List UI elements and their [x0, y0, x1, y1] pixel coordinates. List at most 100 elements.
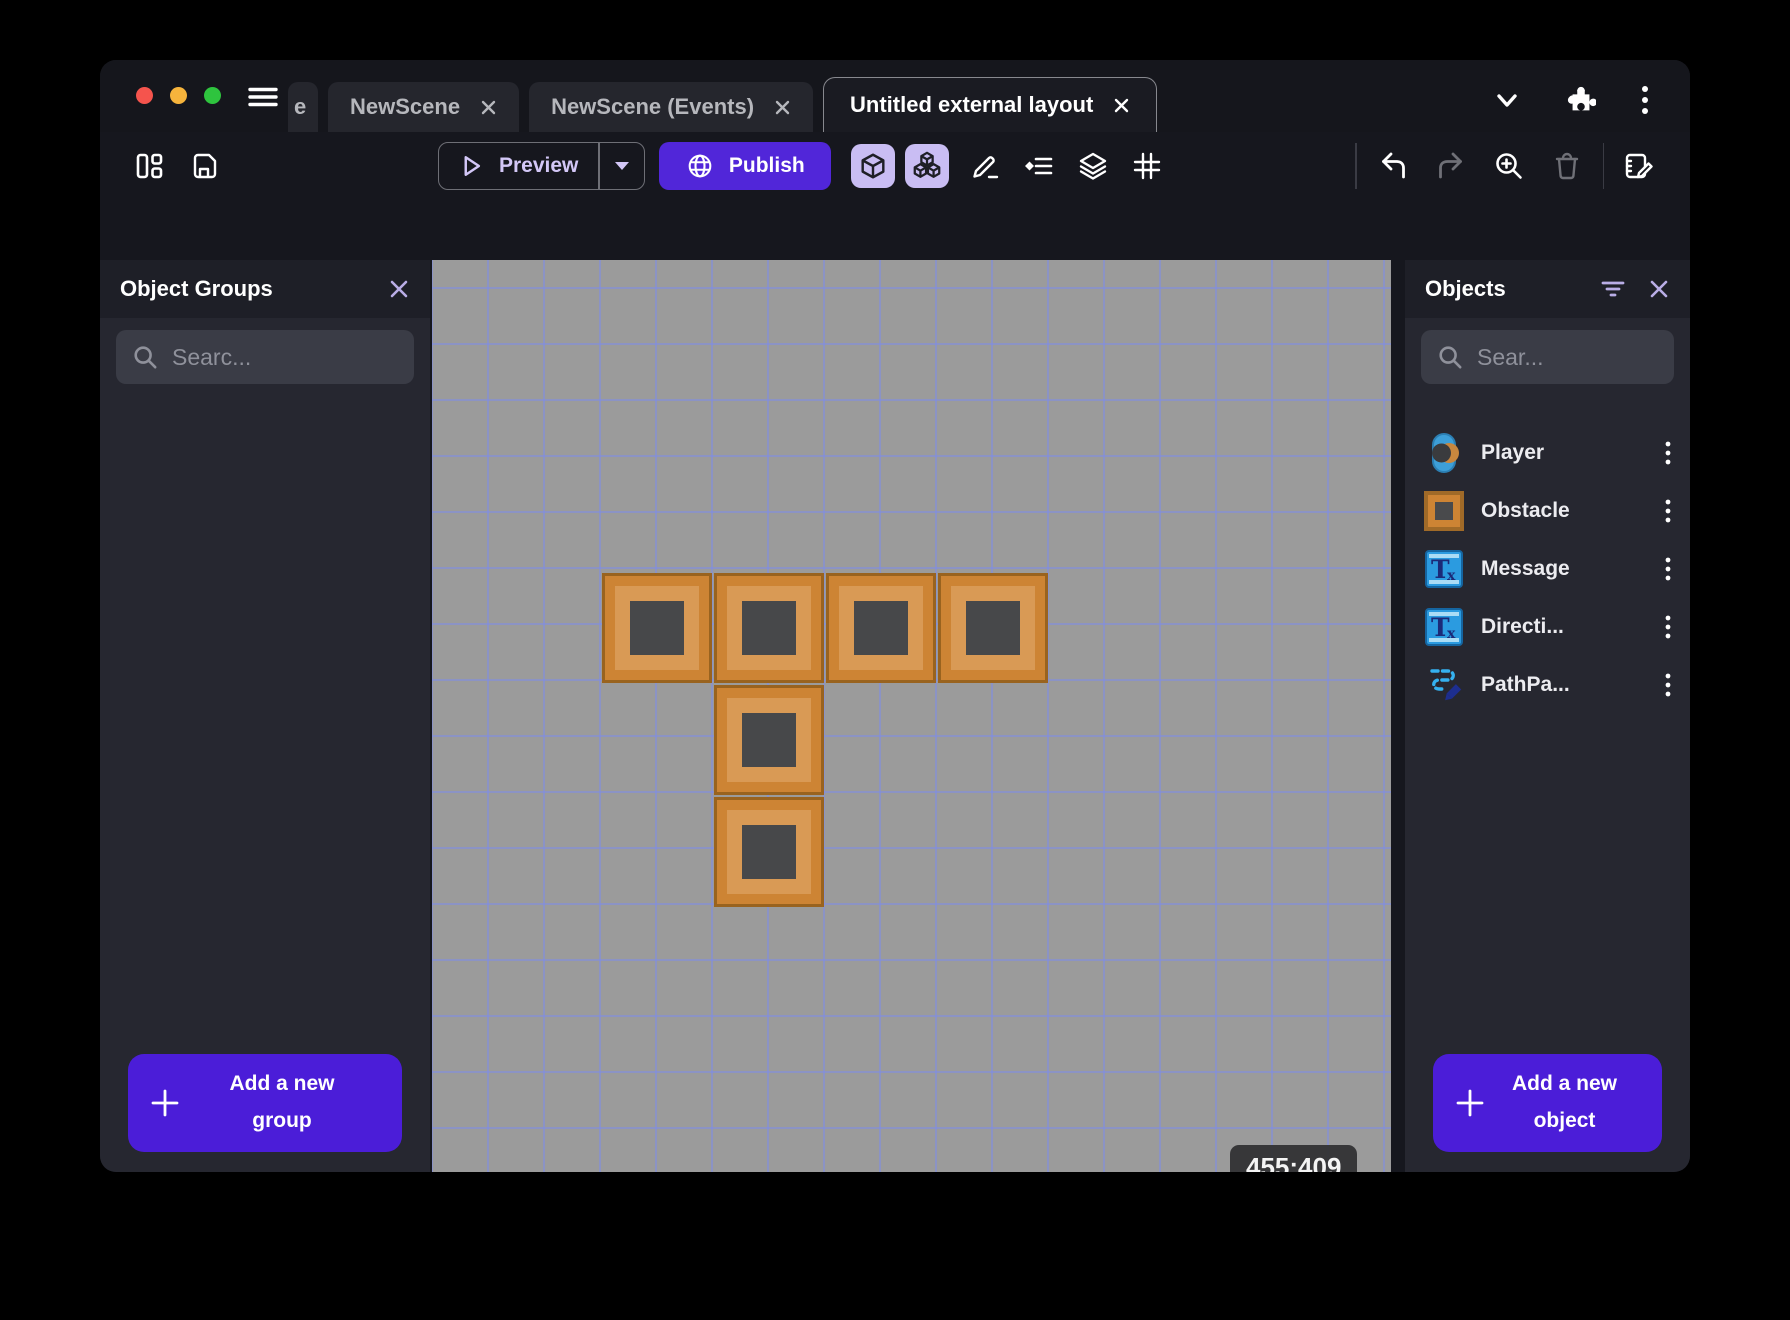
close-panel-icon[interactable]: [1648, 278, 1670, 300]
instances-cubes-icon[interactable]: [904, 144, 949, 188]
pencil-edit-icon[interactable]: [963, 144, 1007, 188]
tab-strip: e NewScene NewScene (Events) Untitled ex…: [288, 60, 1158, 132]
extensions-puzzle-icon[interactable]: [1566, 85, 1596, 115]
grid-icon[interactable]: [1125, 144, 1169, 188]
svg-text:x: x: [1447, 568, 1456, 584]
3d-view-cube-icon[interactable]: [850, 144, 895, 188]
tab-partial[interactable]: e: [288, 82, 318, 132]
view-toggles: [850, 144, 949, 188]
path-object-icon: [1423, 664, 1465, 706]
object-label: Obstacle: [1481, 499, 1570, 522]
more-options-kebab-icon[interactable]: [1640, 84, 1650, 116]
objects-search[interactable]: [1421, 330, 1674, 384]
tab-partial-label: e: [294, 94, 307, 119]
history-tools: [1355, 143, 1662, 189]
zoom-in-icon[interactable]: [1487, 144, 1531, 188]
player-icon: [1423, 432, 1465, 474]
edit-scene-icon[interactable]: [1618, 144, 1662, 188]
objects-title: Objects: [1425, 276, 1506, 301]
close-window-button[interactable]: [136, 87, 153, 104]
add-object-label: Add a new object: [1511, 1072, 1617, 1132]
objects-search-input[interactable]: [1477, 343, 1658, 371]
main-area: Object Groups Add a new group: [100, 260, 1690, 1172]
obstacle-instance[interactable]: [826, 573, 936, 683]
obstacle-instance[interactable]: [714, 797, 824, 907]
main-menu-icon[interactable]: [246, 82, 280, 112]
globe-icon: [685, 151, 715, 181]
obstacle-instance[interactable]: [602, 573, 712, 683]
object-groups-search[interactable]: [116, 330, 414, 384]
add-group-button[interactable]: Add a new group: [128, 1054, 402, 1152]
object-label: Player: [1481, 441, 1545, 464]
search-icon: [1437, 344, 1463, 370]
object-label: Directi...: [1481, 615, 1564, 638]
object-groups-panel: Object Groups Add a new group: [100, 260, 430, 1172]
objects-list: Player Obstacle T x Message T x Directi.…: [1405, 424, 1690, 714]
preview-label: Preview: [499, 154, 579, 177]
save-icon[interactable]: [182, 144, 226, 188]
object-menu-kebab-icon[interactable]: [1664, 440, 1672, 466]
minimize-window-button[interactable]: [170, 87, 187, 104]
object-row-directions[interactable]: T x Directi...: [1405, 598, 1690, 656]
tab-newscene-events[interactable]: NewScene (Events): [529, 82, 814, 132]
cursor-coordinates-badge: 455;409: [1230, 1145, 1358, 1172]
divider: [1602, 143, 1604, 189]
close-tab-icon[interactable]: [480, 99, 497, 116]
text-object-icon: T x: [1423, 548, 1465, 590]
object-label: Message: [1481, 557, 1570, 580]
obstacle-instance[interactable]: [714, 685, 824, 795]
object-row-pathpainter[interactable]: PathPa...: [1405, 656, 1690, 714]
gdevelop-window: e NewScene NewScene (Events) Untitled ex…: [100, 60, 1690, 1172]
add-group-label: Add a new group: [229, 1072, 335, 1132]
object-menu-kebab-icon[interactable]: [1664, 556, 1672, 582]
objects-header: Objects: [1405, 260, 1690, 318]
obstacle-instance[interactable]: [714, 573, 824, 683]
edit-tools: [963, 144, 1169, 188]
zoom-window-button[interactable]: [204, 87, 221, 104]
redo-icon[interactable]: [1429, 144, 1473, 188]
obstacle-instance[interactable]: [938, 573, 1048, 683]
object-menu-kebab-icon[interactable]: [1664, 614, 1672, 640]
instruction-list-icon[interactable]: [1017, 144, 1061, 188]
search-icon: [132, 344, 158, 370]
obstacle-icon: [1423, 490, 1465, 532]
tabbar-right-actions: [1492, 84, 1650, 116]
tab-bar: e NewScene NewScene (Events) Untitled ex…: [100, 60, 1690, 132]
publish-button[interactable]: Publish: [658, 142, 831, 190]
tab-label: NewScene (Events): [551, 94, 755, 119]
preview-dropdown-caret-icon[interactable]: [600, 160, 644, 172]
undo-icon[interactable]: [1371, 144, 1415, 188]
tab-label: Untitled external layout: [850, 92, 1094, 117]
tab-untitled-external-layout[interactable]: Untitled external layout: [823, 77, 1158, 132]
layers-icon[interactable]: [1071, 144, 1115, 188]
object-menu-kebab-icon[interactable]: [1664, 672, 1672, 698]
close-panel-icon[interactable]: [388, 278, 410, 300]
objects-panel: Objects Sear... Player Obstacle T x Mess…: [1405, 260, 1690, 1172]
trash-icon[interactable]: [1545, 144, 1589, 188]
tab-newscene[interactable]: NewScene: [328, 82, 520, 132]
tab-label: NewScene: [350, 94, 461, 119]
add-object-button[interactable]: Add a new object: [1433, 1054, 1662, 1152]
close-tab-icon[interactable]: [1113, 97, 1130, 114]
close-tab-icon[interactable]: [774, 99, 791, 116]
play-icon: [457, 152, 485, 180]
svg-text:x: x: [1447, 626, 1456, 642]
traffic-lights: [136, 87, 221, 104]
object-groups-title: Object Groups: [120, 276, 273, 301]
object-groups-search-input[interactable]: [172, 343, 398, 371]
object-row-player[interactable]: Player: [1405, 424, 1690, 482]
scene-canvas[interactable]: 455;409: [432, 260, 1391, 1172]
object-row-message[interactable]: T x Message: [1405, 540, 1690, 598]
object-menu-kebab-icon[interactable]: [1664, 498, 1672, 524]
object-groups-header: Object Groups: [100, 260, 430, 318]
chevron-down-icon[interactable]: [1492, 88, 1522, 112]
text-object-icon: T x: [1423, 606, 1465, 648]
filter-icon[interactable]: [1600, 277, 1626, 301]
object-row-obstacle[interactable]: Obstacle: [1405, 482, 1690, 540]
plus-icon: [148, 1086, 182, 1120]
project-manager-icon[interactable]: [128, 144, 172, 188]
preview-button[interactable]: Preview: [438, 142, 645, 190]
plus-icon: [1453, 1086, 1487, 1120]
publish-label: Publish: [728, 154, 805, 177]
toolbar: Preview Publish: [100, 132, 1690, 200]
